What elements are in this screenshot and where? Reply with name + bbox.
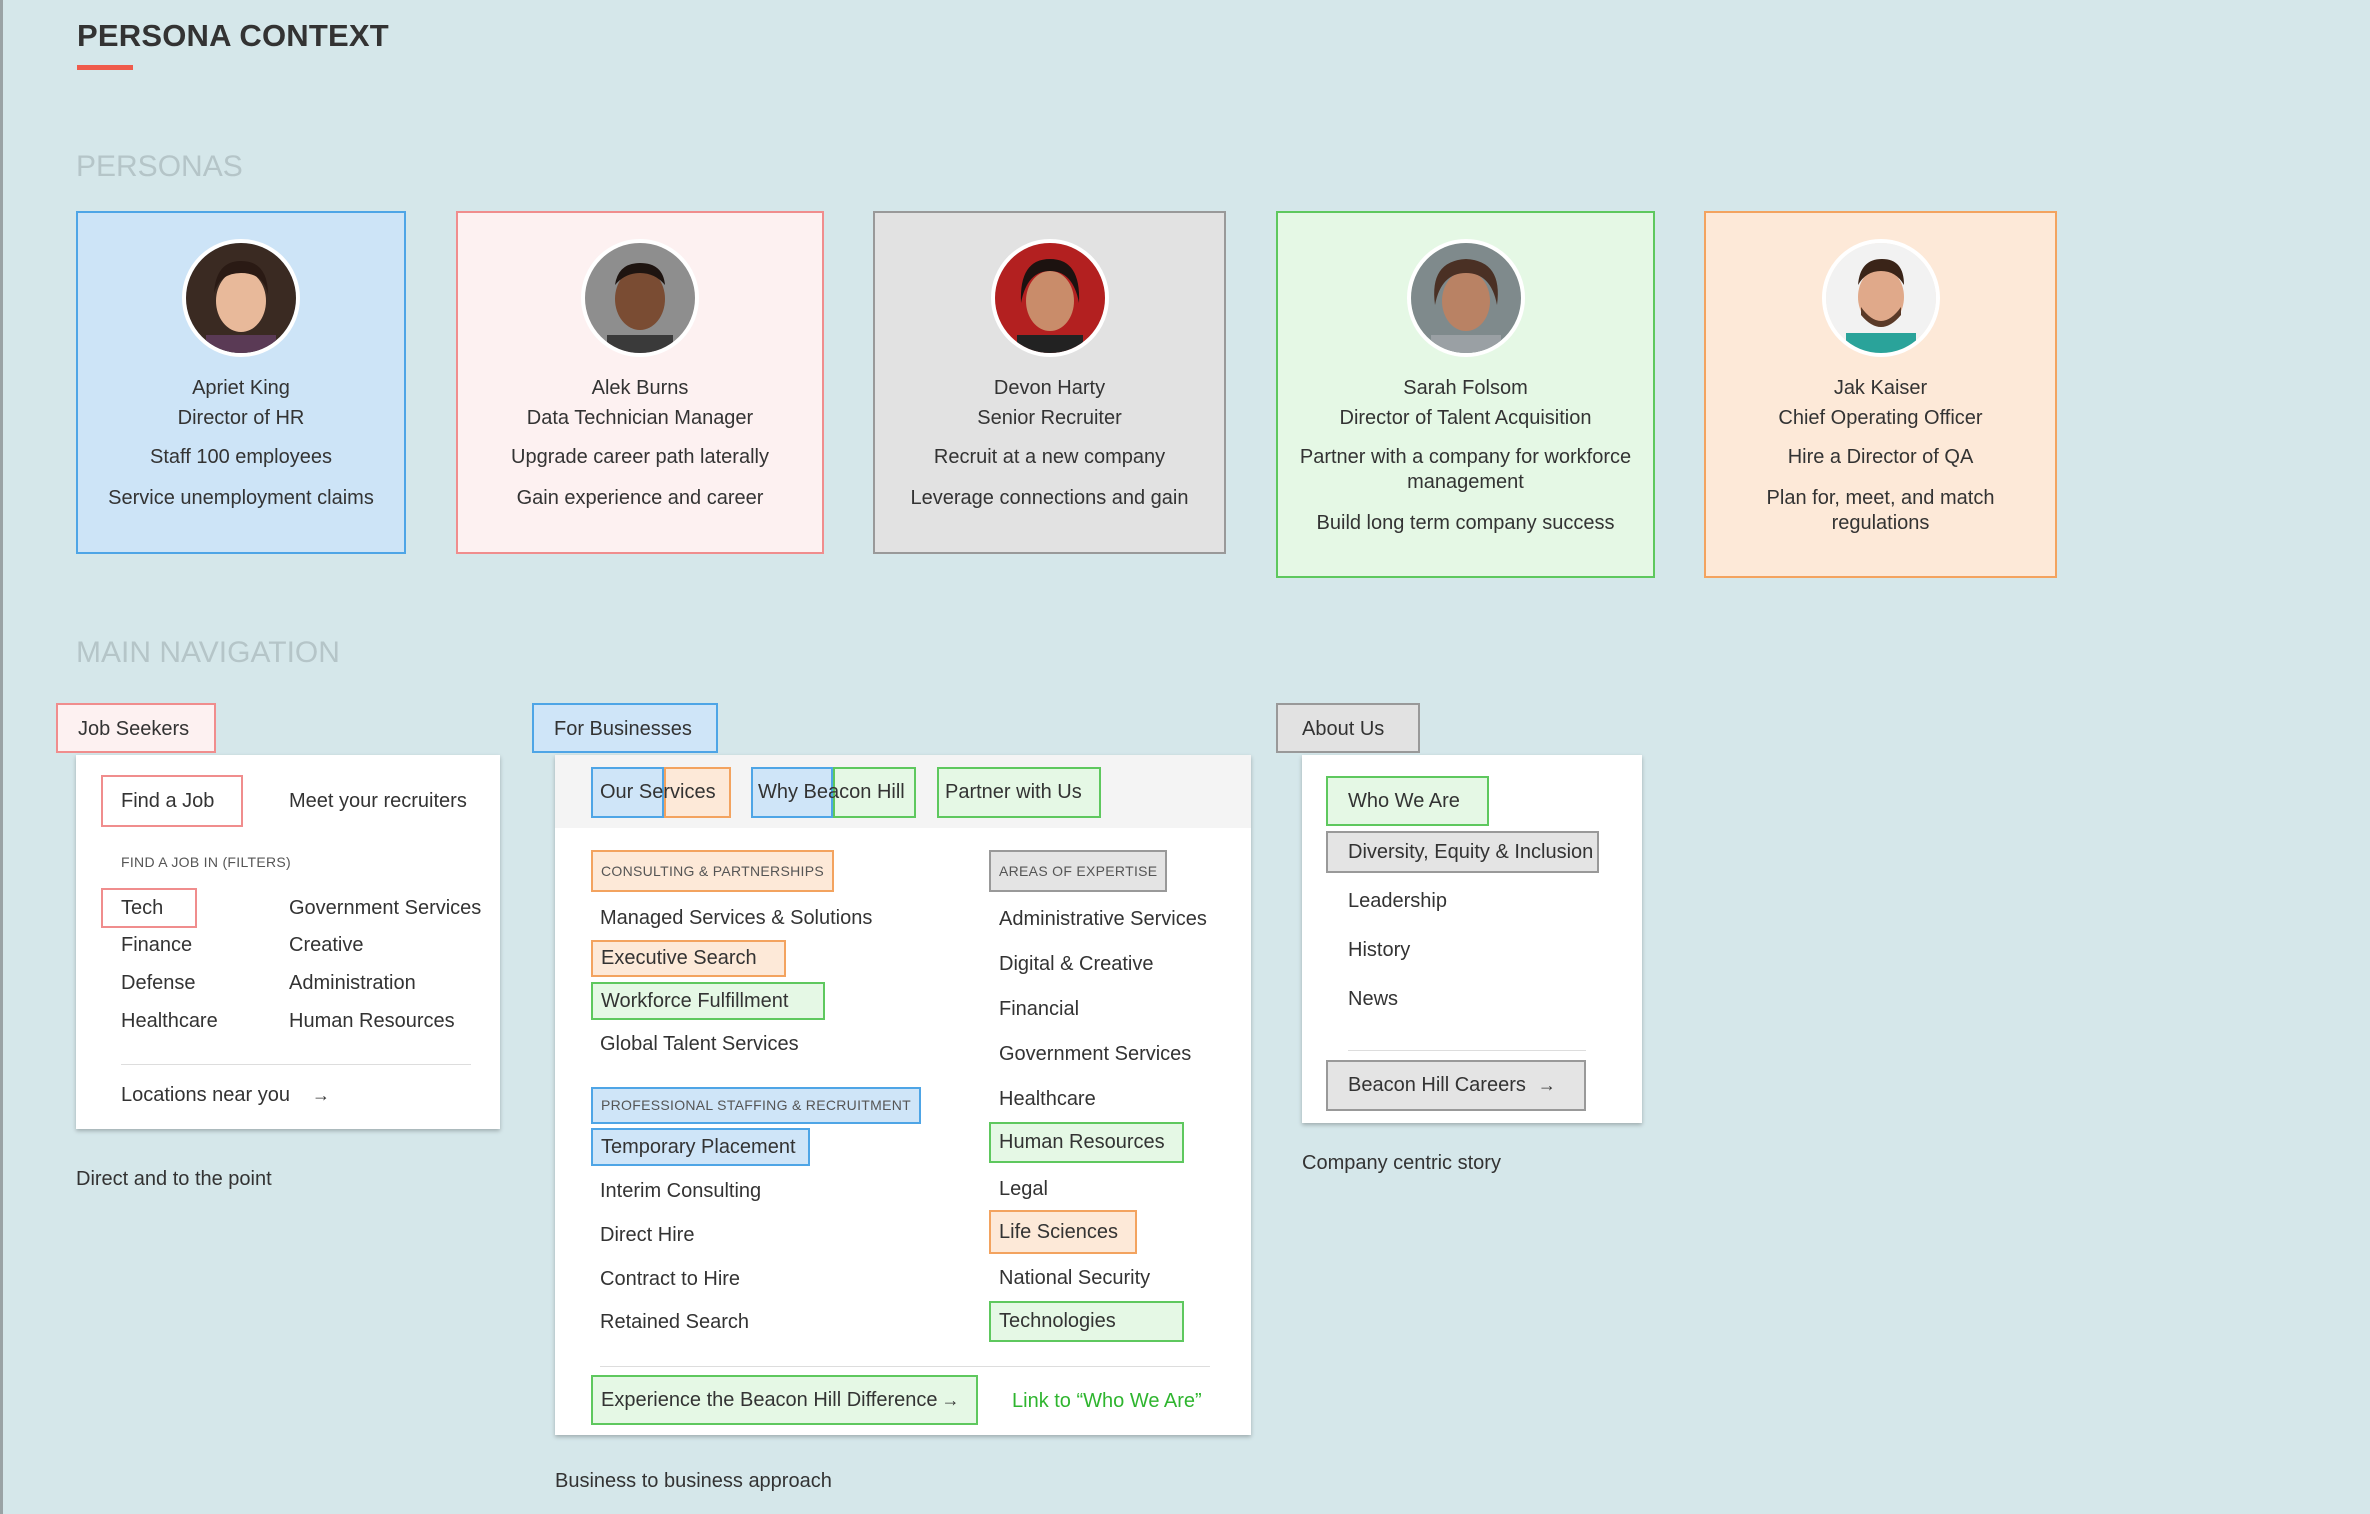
persona-name: Sarah Folsom xyxy=(1403,377,1528,399)
expertise-financial[interactable]: Financial xyxy=(999,998,1079,1021)
temporary-placement-link[interactable]: Temporary Placement xyxy=(591,1128,810,1166)
direct-hire-link[interactable]: Direct Hire xyxy=(600,1224,694,1247)
history-link[interactable]: History xyxy=(1348,939,1410,962)
persona-goal: Leverage connections and gain xyxy=(910,487,1189,509)
arrow-right-icon: → xyxy=(1537,1075,1556,1095)
divider xyxy=(121,1064,471,1065)
persona-name: Alek Burns xyxy=(591,377,689,399)
arrow-right-icon: → xyxy=(312,1085,331,1105)
managed-services-link[interactable]: Managed Services & Solutions xyxy=(600,907,872,930)
staffing-label: PROFESSIONAL STAFFING & RECRUITMENT xyxy=(591,1087,921,1124)
retained-search-link[interactable]: Retained Search xyxy=(600,1311,749,1334)
expertise-life-sciences[interactable]: Life Sciences xyxy=(989,1210,1137,1254)
expertise-government-services[interactable]: Government Services xyxy=(999,1043,1191,1066)
filter-defense[interactable]: Defense xyxy=(121,972,196,995)
persona-goal: Upgrade career path laterally xyxy=(511,446,769,468)
persona-goal: Hire a Director of QA xyxy=(1787,446,1974,468)
locations-label: Locations near you xyxy=(121,1084,291,1106)
filters-label: FIND A JOB IN (FILTERS) xyxy=(121,854,291,870)
persona-card-sarah: Sarah Folsom Director of Talent Acquisit… xyxy=(1276,211,1655,578)
expertise-legal[interactable]: Legal xyxy=(999,1178,1048,1201)
find-a-job-link[interactable]: Find a Job xyxy=(101,775,243,827)
personas-heading: PERSONAS xyxy=(76,150,243,183)
filter-government-services[interactable]: Government Services xyxy=(289,897,481,920)
consulting-label: CONSULTING & PARTNERSHIPS xyxy=(591,850,834,892)
avatar xyxy=(581,239,699,357)
divider xyxy=(1348,1050,1586,1051)
arrow-right-icon: → xyxy=(941,1390,960,1410)
filter-healthcare[interactable]: Healthcare xyxy=(121,1010,218,1033)
persona-goal: Recruit at a new company xyxy=(933,446,1166,468)
persona-card-jak: Jak Kaiser Chief Operating Officer Hire … xyxy=(1704,211,2057,578)
expertise-label: AREAS OF EXPERTISE xyxy=(989,850,1168,892)
subtab-why-beacon-hill[interactable]: Why Beacon Hill xyxy=(758,781,905,804)
filter-human-resources[interactable]: Human Resources xyxy=(289,1010,455,1033)
persona-name: Jak Kaiser xyxy=(1833,377,1928,399)
divider xyxy=(600,1366,1210,1367)
avatar xyxy=(1406,239,1525,357)
expertise-digital-creative[interactable]: Digital & Creative xyxy=(999,953,1154,976)
filter-tech[interactable]: Tech xyxy=(101,888,197,928)
persona-role: Data Technician Manager xyxy=(526,407,754,429)
avatar xyxy=(182,239,300,357)
contract-to-hire-link[interactable]: Contract to Hire xyxy=(600,1268,740,1291)
persona-card-alek: Alek Burns Data Technician Manager Upgra… xyxy=(456,211,824,554)
cta-label: Experience the Beacon Hill Difference xyxy=(601,1389,938,1411)
main-navigation-heading: MAIN NAVIGATION xyxy=(76,636,340,669)
persona-goal: Partner with a company for workforce man… xyxy=(1299,446,1632,493)
persona-goal: Staff 100 employees xyxy=(150,446,332,468)
subtab-partner-with-us[interactable]: Partner with Us xyxy=(937,767,1101,818)
expertise-administrative-services[interactable]: Administrative Services xyxy=(999,908,1207,931)
news-link[interactable]: News xyxy=(1348,988,1398,1011)
tab-about-us[interactable]: About Us xyxy=(1276,703,1420,753)
persona-role: Director of Talent Acquisition xyxy=(1339,407,1592,429)
diversity-equity-inclusion-link[interactable]: Diversity, Equity & Inclusion xyxy=(1326,831,1599,873)
job-seekers-caption: Direct and to the point xyxy=(76,1168,272,1190)
expertise-human-resources[interactable]: Human Resources xyxy=(989,1122,1184,1163)
interim-consulting-link[interactable]: Interim Consulting xyxy=(600,1180,761,1203)
subtab-our-services[interactable]: Our Services xyxy=(600,781,716,804)
expertise-national-security[interactable]: National Security xyxy=(999,1267,1150,1290)
expertise-technologies[interactable]: Technologies xyxy=(989,1301,1184,1342)
filter-finance[interactable]: Finance xyxy=(121,934,192,957)
beacon-hill-difference-button[interactable]: Experience the Beacon Hill Difference → xyxy=(591,1375,978,1425)
persona-goal: Service unemployment claims xyxy=(108,487,374,509)
persona-name: Devon Harty xyxy=(993,377,1106,399)
global-talent-services-link[interactable]: Global Talent Services xyxy=(600,1033,799,1056)
persona-role: Chief Operating Officer xyxy=(1778,407,1983,429)
businesses-caption: Business to business approach xyxy=(555,1470,832,1492)
locations-near-you-link[interactable]: Locations near you → xyxy=(121,1084,330,1107)
persona-goal: Build long term company success xyxy=(1316,512,1615,534)
filter-creative[interactable]: Creative xyxy=(289,934,363,957)
title-underline xyxy=(77,65,133,70)
left-border xyxy=(0,0,3,1514)
expertise-healthcare[interactable]: Healthcare xyxy=(999,1088,1096,1111)
meet-recruiters-link[interactable]: Meet your recruiters xyxy=(289,790,467,813)
persona-goal: Gain experience and career xyxy=(516,487,764,509)
tab-job-seekers[interactable]: Job Seekers xyxy=(56,703,216,753)
persona-role: Director of HR xyxy=(177,407,305,429)
who-we-are-link[interactable]: Who We Are xyxy=(1326,776,1489,826)
persona-card-apriet: Apriet King Director of HR Staff 100 emp… xyxy=(76,211,406,554)
executive-search-link[interactable]: Executive Search xyxy=(591,940,786,977)
leadership-link[interactable]: Leadership xyxy=(1348,890,1447,913)
avatar xyxy=(1821,239,1940,357)
persona-role: Senior Recruiter xyxy=(977,407,1122,429)
avatar xyxy=(990,239,1109,357)
beacon-hill-careers-button[interactable]: Beacon Hill Careers → xyxy=(1326,1060,1586,1111)
about-caption: Company centric story xyxy=(1302,1152,1501,1174)
who-we-are-link-note: Link to “Who We Are” xyxy=(1012,1390,1202,1412)
tab-for-businesses[interactable]: For Businesses xyxy=(532,703,718,753)
filter-administration[interactable]: Administration xyxy=(289,972,416,995)
careers-label: Beacon Hill Careers xyxy=(1348,1074,1526,1096)
persona-name: Apriet King xyxy=(192,377,290,399)
persona-goal: Plan for, meet, and match regulations xyxy=(1766,487,1995,534)
persona-card-devon: Devon Harty Senior Recruiter Recruit at … xyxy=(873,211,1226,554)
workforce-fulfillment-link[interactable]: Workforce Fulfillment xyxy=(591,982,825,1020)
page-title: PERSONA CONTEXT xyxy=(77,18,389,53)
